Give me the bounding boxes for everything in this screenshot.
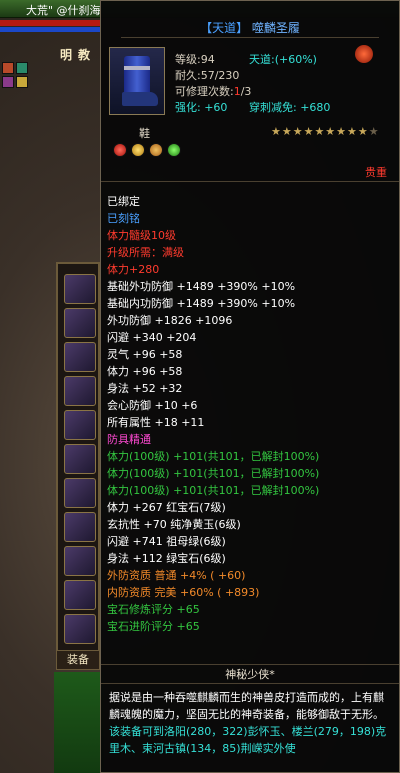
ruby-gem-icon <box>113 143 127 157</box>
stat-line: 基础内功防御 +1489 +390% +10% <box>107 297 296 310</box>
repair-count-max: /3 <box>240 85 252 98</box>
stat-line: 外防资质 普通 +4% ( +60) <box>107 569 246 582</box>
stat-line: 外功防御 +1826 +1096 <box>107 314 233 327</box>
stars-empty: ★ <box>368 125 380 138</box>
location-text: 该装备可到洛阳(280，322)彭怀玉、楼兰(279，198)克里木、束河古镇(… <box>109 725 387 755</box>
repair-count: 可修理次数:1/3 <box>175 83 251 99</box>
repair-count-value: 1 <box>233 85 241 98</box>
equip-slot[interactable] <box>64 512 96 542</box>
tiandao-bonus: 天道:(+60%) <box>249 53 317 66</box>
boot-band-shape <box>124 66 150 70</box>
stat-line: 体力髓级10级 <box>107 229 176 242</box>
repair-count-label: 可修理次数: <box>175 85 234 98</box>
stat-line: 身法 +52 +32 <box>107 382 183 395</box>
buff-icon[interactable] <box>16 76 28 88</box>
buff-icon[interactable] <box>2 76 14 88</box>
buff-icon[interactable] <box>2 62 14 74</box>
hp-bar <box>0 20 100 26</box>
equip-slot[interactable] <box>64 342 96 372</box>
item-author: 神秘少侠* <box>101 664 399 684</box>
top-status-text: 大荒" @什刹海 <box>26 4 101 17</box>
stat-list: 已绑定已刻铭体力髓级10级 升级所需：满级 体力+280 基础外功防御 +1489 +… <box>107 193 397 635</box>
item-tooltip: 【天道】 噬麟圣履 等级:94 天道:(+60%) 耐久:57/230 可修理次… <box>100 0 400 773</box>
star-rating: ★★★★★★★★★★ <box>271 125 380 138</box>
stat-line: 身法 +112 绿宝石(6级) <box>107 552 226 565</box>
stat-line: 体力+280 <box>107 263 160 276</box>
buff-icons <box>0 60 30 88</box>
equip-slot[interactable] <box>64 478 96 508</box>
stat-line: 升级所需：满级 <box>107 246 184 259</box>
boot-foot-shape <box>122 92 158 106</box>
pierce-reduction: 穿刺减免: +680 <box>249 101 331 114</box>
stat-line: 体力(100级) +101(共101，已解封100%) <box>107 450 320 463</box>
stars-filled: ★★★★★★★★★ <box>271 125 369 138</box>
divider <box>121 37 379 38</box>
tab-equipment[interactable]: 装备 <box>56 650 100 670</box>
quality-label: 贵重 <box>365 166 387 179</box>
equip-slot[interactable] <box>64 546 96 576</box>
stat-line: 闪避 +340 +204 <box>107 331 197 344</box>
stat-line: 已刻铭 <box>107 212 140 225</box>
stat-line: 玄抗性 +70 纯净黄玉(6级) <box>107 518 241 531</box>
stat-line: 体力(100级) +101(共101，已解封100%) <box>107 467 320 480</box>
topaz-gem-icon <box>131 143 145 157</box>
item-name: 噬麟圣履 <box>251 21 300 35</box>
stat-line: 体力 +267 红宝石(7级) <box>107 501 226 514</box>
emerald-gem-icon <box>149 143 163 157</box>
stat-line: 灵气 +96 +58 <box>107 348 183 361</box>
stat-line: 已绑定 <box>107 195 140 208</box>
equip-slot[interactable] <box>64 614 96 644</box>
item-grade: 【天道】 <box>200 21 249 35</box>
item-description: 据说是由一种吞噬麒麟而生的神兽皮打造而成的，上有麒麟魂魄的魔力，坚固无比的神奇装… <box>109 689 393 757</box>
green-gem-icon <box>167 143 181 157</box>
npc-name: 明教 <box>60 48 97 62</box>
bound-emblem-icon <box>355 45 373 63</box>
stat-line: 体力(100级) +101(共101，已解封100%) <box>107 484 320 497</box>
stat-line: 宝石进阶评分 +65 <box>107 620 200 633</box>
stat-line: 会心防御 +10 +6 <box>107 399 198 412</box>
item-title: 【天道】 噬麟圣履 <box>101 19 399 36</box>
stat-line: 防具精通 <box>107 433 151 446</box>
divider <box>101 181 399 182</box>
equip-slot[interactable] <box>64 444 96 474</box>
boot-leg-shape <box>124 56 150 96</box>
item-level: 等级:94 <box>175 53 215 66</box>
stat-line: 基础外功防御 +1489 +390% +10% <box>107 280 296 293</box>
item-type: 鞋 <box>139 127 150 140</box>
equip-slot[interactable] <box>64 274 96 304</box>
equip-slot[interactable] <box>64 308 96 338</box>
description-text: 据说是由一种吞噬麒麟而生的神兽皮打造而成的，上有麒麟魂魄的魔力，坚固无比的神奇装… <box>109 691 384 721</box>
stat-line: 体力 +96 +58 <box>107 365 183 378</box>
equip-slot[interactable] <box>64 580 96 610</box>
stat-line: 内防资质 完美 +60% ( +893) <box>107 586 260 599</box>
mp-bar <box>0 27 100 32</box>
stat-line: 所有属性 +18 +11 <box>107 416 205 429</box>
equip-slot[interactable] <box>64 410 96 440</box>
enhance-level: 强化: +60 <box>175 101 228 114</box>
bottom-bar <box>54 672 104 773</box>
buff-icon[interactable] <box>16 62 28 74</box>
equipment-panel <box>56 262 100 668</box>
stat-line: 闪避 +741 祖母绿(6级) <box>107 535 226 548</box>
equip-slot[interactable] <box>64 376 96 406</box>
stat-line: 宝石修炼评分 +65 <box>107 603 200 616</box>
boots-icon <box>109 47 165 115</box>
durability: 耐久:57/230 <box>175 69 240 82</box>
